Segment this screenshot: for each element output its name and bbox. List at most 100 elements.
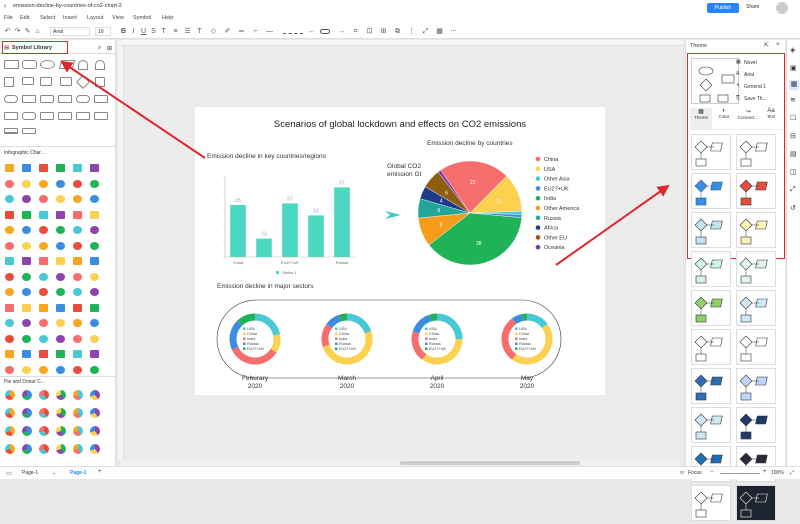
infographic-chart-icon[interactable] xyxy=(5,319,14,327)
theme-thumbnail[interactable] xyxy=(736,290,776,326)
infographic-chart-icon[interactable] xyxy=(56,273,65,281)
format-icon[interactable]: ⌂ xyxy=(34,28,41,35)
infographic-chart-icon[interactable] xyxy=(73,242,82,250)
infographic-chart-icon[interactable] xyxy=(39,242,48,250)
infographic-chart-icon[interactable] xyxy=(56,211,65,219)
pie-donut-chart-icon[interactable] xyxy=(39,390,49,400)
infographic-chart-icon[interactable] xyxy=(39,273,48,281)
infographic-chart-icon[interactable] xyxy=(73,366,82,374)
infographic-chart-icon[interactable] xyxy=(22,304,31,312)
section-infographic-title[interactable]: Infographic Char... xyxy=(4,150,45,156)
zoom-slider[interactable] xyxy=(720,473,760,474)
theme-thumbnail[interactable] xyxy=(691,173,731,209)
close-icon[interactable]: × xyxy=(776,42,780,48)
theme-preview[interactable] xyxy=(691,58,739,104)
list-icon[interactable]: ☰ xyxy=(184,28,191,35)
infographic-chart-icon[interactable] xyxy=(73,164,82,172)
infographic-chart-icon[interactable] xyxy=(5,226,14,234)
outline-icon[interactable]: ▤ xyxy=(790,150,797,158)
infographic-chart-icon[interactable] xyxy=(56,242,65,250)
infographic-chart-icon[interactable] xyxy=(90,335,99,343)
pie-donut-chart-icon[interactable] xyxy=(90,444,100,454)
infographic-chart-icon[interactable] xyxy=(5,350,14,358)
section-pie-donut-title[interactable]: Pie and Donut C... xyxy=(4,379,45,385)
infographic-chart-icon[interactable] xyxy=(39,288,48,296)
distribute-icon[interactable]: ⋮ xyxy=(408,28,415,35)
brace-symbol[interactable] xyxy=(22,128,36,134)
infographic-chart-icon[interactable] xyxy=(5,180,14,188)
infographic-chart-icon[interactable] xyxy=(22,180,31,188)
font-size-select[interactable]: 10 xyxy=(95,27,111,36)
infographic-chart-icon[interactable] xyxy=(39,195,48,203)
infographic-chart-icon[interactable] xyxy=(56,350,65,358)
zoom-in-icon[interactable]: + xyxy=(763,469,767,475)
pie-donut-chart-icon[interactable] xyxy=(5,408,15,418)
infographic-chart-icon[interactable] xyxy=(73,180,82,188)
infographic-chart-icon[interactable] xyxy=(56,164,65,172)
infographic-chart-icon[interactable] xyxy=(56,335,65,343)
infographic-chart-icon[interactable] xyxy=(39,350,48,358)
step-symbol[interactable] xyxy=(40,95,54,103)
menu-help[interactable]: Help xyxy=(162,15,173,21)
theme-thumbnail[interactable] xyxy=(691,251,731,287)
infographic-chart-icon[interactable] xyxy=(5,211,14,219)
strike-icon[interactable]: S xyxy=(150,28,157,35)
diagram-page[interactable]: Scenarios of global lockdown and effects… xyxy=(195,107,605,395)
process-symbol[interactable] xyxy=(22,95,36,103)
shape-icon[interactable] xyxy=(320,29,330,34)
pie-donut-chart-icon[interactable] xyxy=(56,408,66,418)
infographic-chart-icon[interactable] xyxy=(73,350,82,358)
infographic-chart-icon[interactable] xyxy=(73,273,82,281)
infographic-chart-icon[interactable] xyxy=(5,304,14,312)
infographic-chart-icon[interactable] xyxy=(56,257,65,265)
bold-icon[interactable]: B xyxy=(120,28,127,35)
square-symbol[interactable] xyxy=(4,77,14,87)
infographic-chart-icon[interactable] xyxy=(56,288,65,296)
menu-layout[interactable]: Layout xyxy=(87,15,104,21)
infographic-chart-icon[interactable] xyxy=(73,257,82,265)
infographic-chart-icon[interactable] xyxy=(73,288,82,296)
arrow-start-icon[interactable]: ← xyxy=(308,28,315,35)
theme-thumbnail[interactable] xyxy=(691,290,731,326)
tab-connector[interactable]: ↝Connect... xyxy=(736,108,760,130)
infographic-chart-icon[interactable] xyxy=(56,366,65,374)
pie-donut-chart-icon[interactable] xyxy=(73,390,83,400)
pie-donut-chart-icon[interactable] xyxy=(39,426,49,436)
infographic-chart-icon[interactable] xyxy=(90,304,99,312)
page-nav-icon[interactable]: ⌄ xyxy=(52,470,56,476)
tape-symbol[interactable] xyxy=(94,95,108,103)
zoom-out-icon[interactable]: − xyxy=(710,469,714,475)
pie-donut-chart-icon[interactable] xyxy=(5,426,15,436)
infographic-chart-icon[interactable] xyxy=(22,226,31,234)
theme-thumbnail[interactable] xyxy=(691,485,731,521)
infographic-chart-icon[interactable] xyxy=(90,164,99,172)
infographic-chart-icon[interactable] xyxy=(5,273,14,281)
infographic-chart-icon[interactable] xyxy=(56,195,65,203)
pie-donut-chart-icon[interactable] xyxy=(39,408,49,418)
infographic-chart-icon[interactable] xyxy=(22,335,31,343)
pie-donut-chart-icon[interactable] xyxy=(5,444,15,454)
arrow-end-icon[interactable]: → xyxy=(338,28,345,35)
store-symbol[interactable] xyxy=(58,112,72,120)
fill-icon[interactable]: ◇ xyxy=(210,28,217,35)
theme-option-save[interactable]: Save Th... xyxy=(744,96,767,102)
infographic-chart-icon[interactable] xyxy=(22,288,31,296)
infographic-chart-icon[interactable] xyxy=(73,335,82,343)
underline-icon[interactable]: U xyxy=(140,28,147,35)
pie-donut-chart-icon[interactable] xyxy=(73,444,83,454)
infographic-chart-icon[interactable] xyxy=(5,164,14,172)
theme-thumbnail[interactable] xyxy=(736,368,776,404)
text-color-icon[interactable]: T xyxy=(160,28,167,35)
line-color-icon[interactable]: ✐ xyxy=(224,28,231,35)
infographic-chart-icon[interactable] xyxy=(90,195,99,203)
theme-option-novel[interactable]: Novel xyxy=(744,60,757,66)
diamond-symbol[interactable] xyxy=(76,75,90,89)
infographic-chart-icon[interactable] xyxy=(39,335,48,343)
infographic-chart-icon[interactable] xyxy=(90,211,99,219)
infographic-chart-icon[interactable] xyxy=(73,211,82,219)
scrollbar-thumb[interactable] xyxy=(400,461,580,465)
menu-edit[interactable]: Edit xyxy=(20,15,29,21)
infographic-chart-icon[interactable] xyxy=(39,319,48,327)
infographic-chart-icon[interactable] xyxy=(39,164,48,172)
rounded-rect-symbol[interactable] xyxy=(22,60,37,69)
